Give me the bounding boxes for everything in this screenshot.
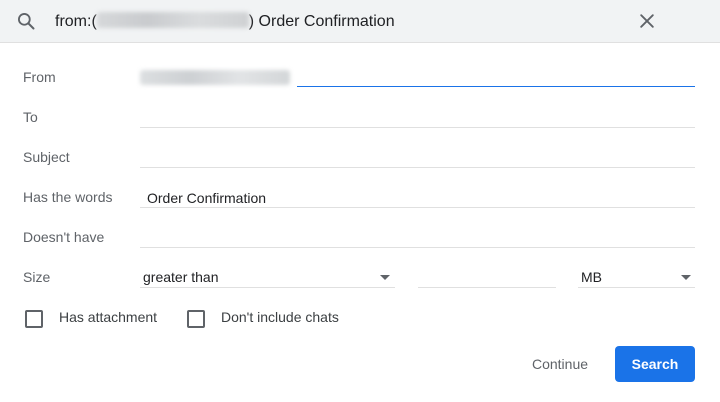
search-bar: from:( ) Order Confirmation <box>0 0 720 43</box>
subject-field[interactable] <box>140 140 695 168</box>
doesnt-have-field[interactable] <box>140 220 695 248</box>
query-suffix: ) Order Confirmation <box>248 13 395 30</box>
size-amount-field[interactable] <box>418 260 556 288</box>
close-icon[interactable] <box>637 11 657 31</box>
has-attachment-label: Has attachment <box>59 309 158 325</box>
redacted-email <box>96 12 249 28</box>
from-label: From <box>23 69 56 85</box>
from-field[interactable] <box>140 60 695 88</box>
to-label: To <box>23 109 38 125</box>
size-amount-underline <box>418 287 556 288</box>
doesnt-have-label: Doesn't have <box>23 229 105 245</box>
has-words-underline <box>140 207 695 208</box>
search-icon[interactable] <box>16 11 36 31</box>
no-chats-label: Don't include chats <box>221 309 339 325</box>
continue-button[interactable]: Continue <box>515 346 605 382</box>
search-button[interactable]: Search <box>615 346 695 382</box>
query-prefix: from:( <box>55 13 97 30</box>
has-words-label: Has the words <box>23 189 113 205</box>
size-unit-value: MB <box>581 269 602 285</box>
size-unit-underline <box>578 287 695 288</box>
subject-underline <box>140 167 695 168</box>
to-field[interactable] <box>140 100 695 128</box>
has-attachment-checkbox[interactable] <box>25 310 43 328</box>
has-words-field[interactable] <box>140 180 695 208</box>
size-comparator-value: greater than <box>143 269 219 285</box>
chevron-down-icon <box>380 275 390 280</box>
chevron-down-icon <box>681 275 691 280</box>
size-comparator-underline <box>140 287 395 288</box>
from-underline <box>297 86 695 87</box>
search-query[interactable]: from:( ) Order Confirmation <box>55 12 395 31</box>
no-chats-checkbox[interactable] <box>187 310 205 328</box>
size-label: Size <box>23 269 51 285</box>
subject-label: Subject <box>23 149 70 165</box>
doesnt-have-underline <box>140 247 695 248</box>
to-underline <box>140 127 695 128</box>
